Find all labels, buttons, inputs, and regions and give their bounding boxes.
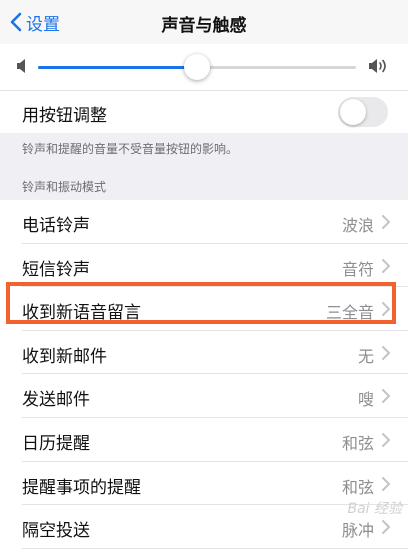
navigation-bar: 设置 声音与触感 — [0, 0, 408, 45]
list-item-value: 和弦 — [341, 477, 374, 497]
list-item-new-mail[interactable]: 收到新邮件 无 — [0, 331, 408, 375]
list-item-label: 隔空投送 — [22, 521, 90, 542]
list-item-label: 收到新语音留言 — [22, 303, 141, 324]
list-item-text-tone[interactable]: 短信铃声 音符 — [0, 244, 408, 288]
page-title: 声音与触感 — [161, 16, 247, 36]
chevron-right-icon — [382, 432, 390, 447]
sound-list: 电话铃声 波浪 短信铃声 音符 收到新语音留言 三全音 收到新邮件 无 发送邮件… — [0, 200, 408, 549]
list-item-new-voicemail[interactable]: 收到新语音留言 三全音 — [0, 287, 408, 331]
list-item-value: 波浪 — [341, 216, 374, 235]
list-item-value: 和弦 — [341, 433, 374, 453]
volume-slider[interactable] — [38, 54, 356, 80]
chevron-right-icon — [382, 389, 390, 404]
chevron-right-icon — [382, 345, 390, 360]
chevron-right-icon — [382, 215, 390, 229]
list-item-label: 提醒事项的提醒 — [22, 477, 141, 498]
watermark: Bai 经验 — [347, 501, 402, 517]
section-header: 铃声和振动模式 — [22, 180, 107, 194]
list-item-value: 无 — [357, 346, 374, 366]
volume-slider-thumb[interactable] — [184, 54, 210, 80]
toggle-knob — [340, 99, 366, 125]
list-item-value: 脉冲 — [341, 521, 374, 541]
list-item-phone-ringtone[interactable]: 电话铃声 波浪 — [0, 200, 408, 244]
list-item-calendar-alerts[interactable]: 日历提醒 和弦 — [0, 418, 408, 462]
list-item-label: 日历提醒 — [22, 433, 90, 454]
volume-slider-fill — [38, 66, 197, 69]
chevron-right-icon — [382, 258, 390, 273]
list-item-value: 三全音 — [325, 303, 374, 323]
list-item-value: 嗖 — [357, 390, 374, 410]
chevron-right-icon — [382, 476, 390, 491]
volume-note: 铃声和提醒的音量不受音量按钮的影响。 — [22, 142, 239, 156]
list-item-sent-mail[interactable]: 发送邮件 嗖 — [0, 374, 408, 418]
list-item-label: 电话铃声 — [22, 216, 90, 236]
chevron-right-icon — [382, 520, 390, 535]
button-adjust-label: 用按钮调整 — [22, 106, 107, 126]
list-item-label: 收到新邮件 — [22, 346, 107, 367]
list-item-label: 短信铃声 — [22, 259, 90, 280]
chevron-right-icon — [382, 302, 390, 317]
button-adjust-row: 用按钮调整 — [0, 90, 408, 133]
list-item-value: 音符 — [341, 259, 374, 279]
speaker-high-icon — [369, 59, 386, 73]
button-adjust-toggle[interactable] — [338, 97, 388, 127]
list-item-label: 发送邮件 — [22, 390, 90, 411]
volume-slider-row — [0, 44, 408, 90]
speaker-low-icon — [17, 59, 25, 73]
